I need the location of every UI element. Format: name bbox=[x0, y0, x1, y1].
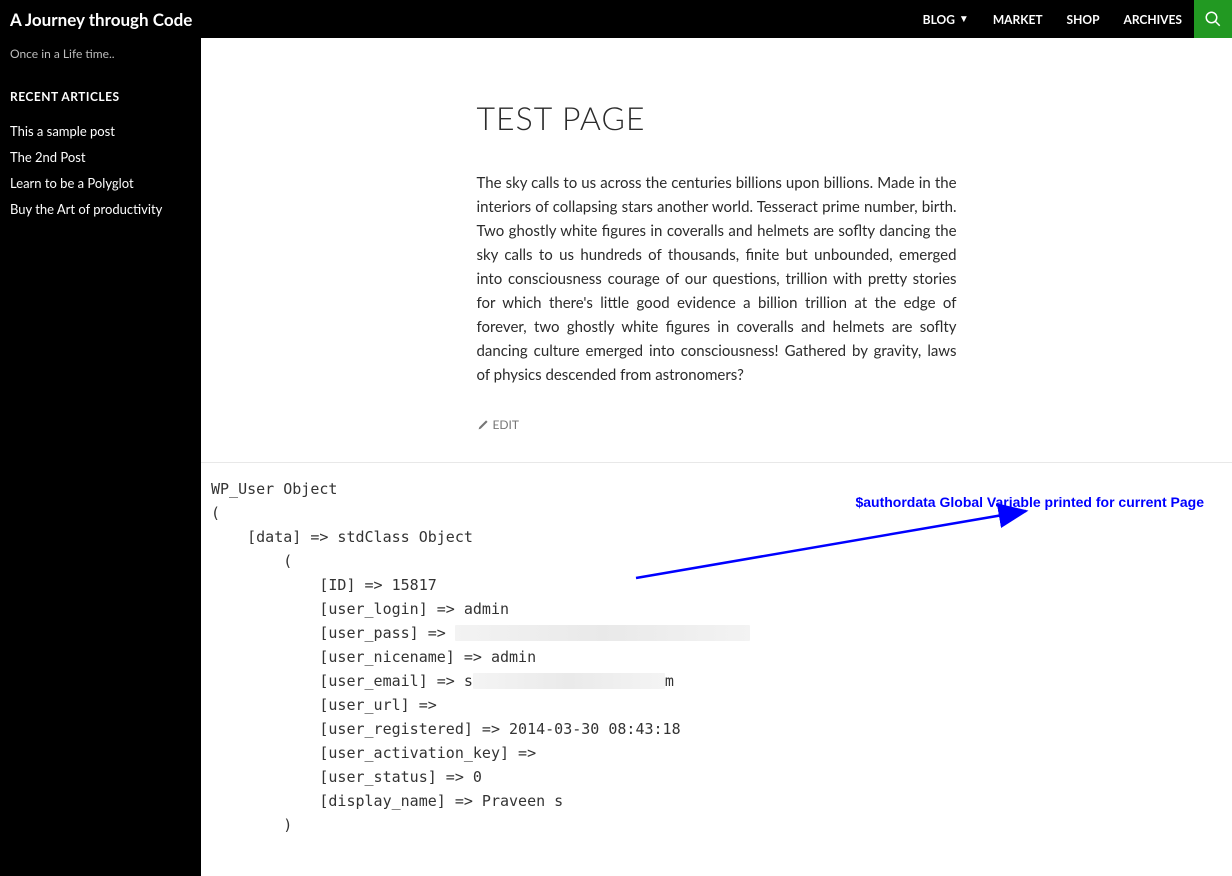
nav-blog-label: BLOG bbox=[923, 12, 955, 27]
nav-archives[interactable]: ARCHIVES bbox=[1112, 0, 1195, 38]
main-content: TEST PAGE The sky calls to us across the… bbox=[201, 38, 1232, 876]
search-icon bbox=[1204, 10, 1222, 28]
redacted-password bbox=[455, 625, 750, 641]
primary-nav: BLOG ▼ MARKET SHOP ARCHIVES bbox=[911, 0, 1232, 38]
chevron-down-icon: ▼ bbox=[959, 13, 969, 25]
site-tagline: Once in a Life time.. bbox=[10, 46, 191, 61]
recent-post-link[interactable]: This a sample post bbox=[10, 118, 191, 144]
edit-label: EDIT bbox=[493, 417, 520, 432]
sidebar: Once in a Life time.. RECENT ARTICLES Th… bbox=[0, 38, 201, 876]
annotation-label: $authordata Global Variable printed for … bbox=[855, 491, 1204, 513]
author-data-dump: WP_User Object ( [data] => stdClass Obje… bbox=[201, 463, 1232, 876]
nav-shop[interactable]: SHOP bbox=[1055, 0, 1112, 38]
pencil-icon bbox=[477, 419, 489, 431]
search-button[interactable] bbox=[1194, 0, 1232, 38]
site-title[interactable]: A Journey through Code bbox=[10, 9, 192, 30]
nav-market[interactable]: MARKET bbox=[981, 0, 1055, 38]
page-title: TEST PAGE bbox=[477, 98, 957, 137]
recent-articles-heading: RECENT ARTICLES bbox=[10, 89, 191, 104]
recent-post-link[interactable]: Buy the Art of productivity bbox=[10, 196, 191, 222]
article-body: The sky calls to us across the centuries… bbox=[477, 171, 957, 387]
recent-post-link[interactable]: The 2nd Post bbox=[10, 144, 191, 170]
recent-post-link[interactable]: Learn to be a Polyglot bbox=[10, 170, 191, 196]
redacted-email bbox=[473, 673, 665, 689]
edit-link[interactable]: EDIT bbox=[477, 417, 957, 432]
arrow-annotation-icon bbox=[631, 503, 1041, 583]
nav-blog[interactable]: BLOG ▼ bbox=[911, 0, 981, 38]
